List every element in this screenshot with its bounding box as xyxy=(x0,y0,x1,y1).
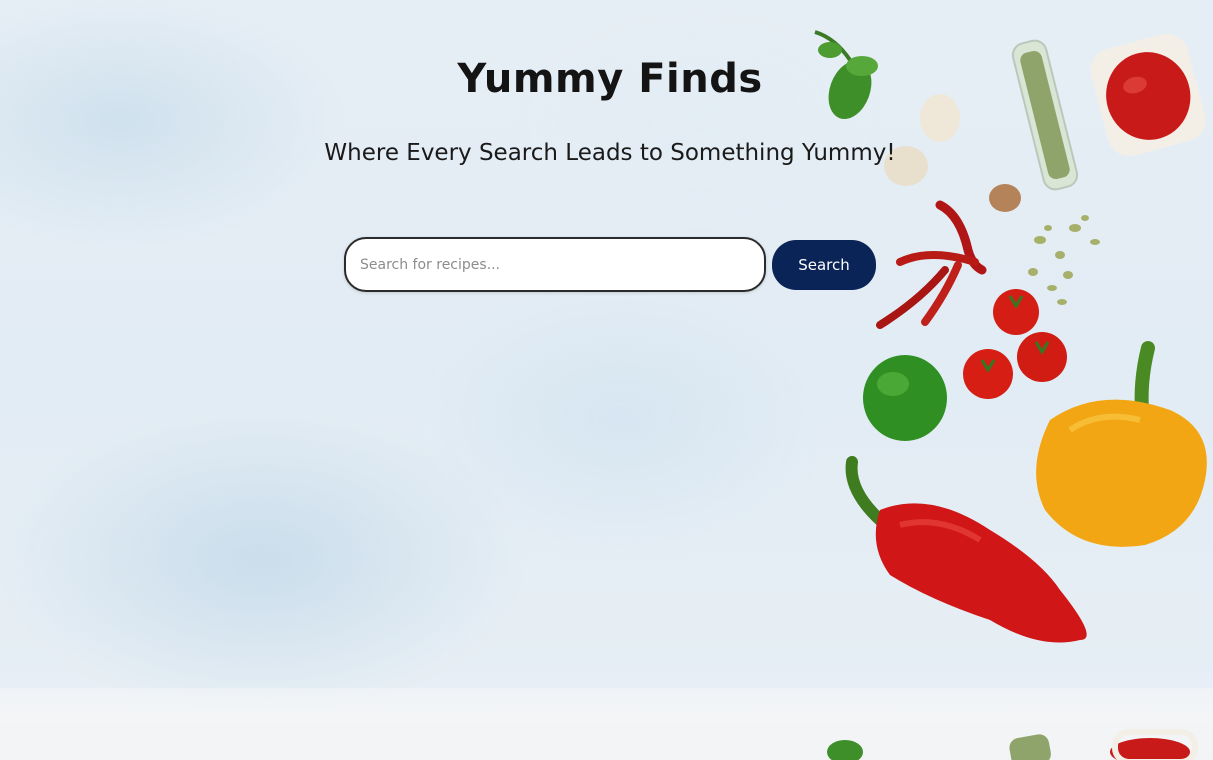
lime xyxy=(863,355,947,441)
search-input[interactable] xyxy=(344,237,766,292)
page-title: Yummy Finds xyxy=(457,56,763,102)
search-button[interactable]: Search xyxy=(772,240,876,290)
page-subtitle: Where Every Search Leads to Something Yu… xyxy=(324,140,896,166)
bottom-decor-repeat xyxy=(827,729,1198,760)
hero-section: Yummy Finds Where Every Search Leads to … xyxy=(0,0,1213,320)
yellow-bell-pepper xyxy=(1036,341,1207,547)
